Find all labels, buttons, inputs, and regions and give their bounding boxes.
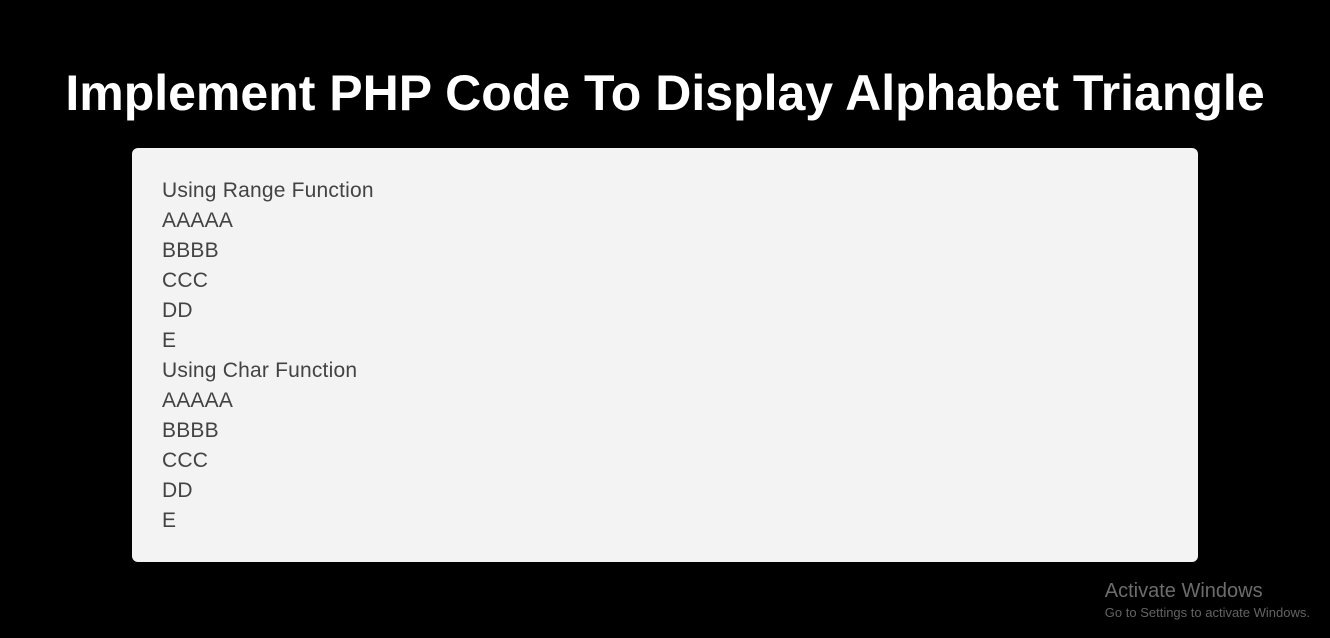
windows-activation-watermark: Activate Windows Go to Settings to activ…	[1105, 580, 1310, 620]
output-line: Using Char Function	[162, 356, 1168, 386]
output-line: DD	[162, 296, 1168, 326]
page-title: Implement PHP Code To Display Alphabet T…	[0, 0, 1330, 123]
output-line: Using Range Function	[162, 176, 1168, 206]
output-line: E	[162, 506, 1168, 536]
output-line: DD	[162, 476, 1168, 506]
output-line: BBBB	[162, 416, 1168, 446]
watermark-subtitle: Go to Settings to activate Windows.	[1105, 605, 1310, 620]
output-line: AAAAA	[162, 206, 1168, 236]
output-line: CCC	[162, 266, 1168, 296]
watermark-title: Activate Windows	[1105, 580, 1310, 603]
output-line: AAAAA	[162, 386, 1168, 416]
output-line: E	[162, 326, 1168, 356]
output-card: Using Range Function AAAAA BBBB CCC DD E…	[132, 148, 1198, 562]
output-line: CCC	[162, 446, 1168, 476]
output-line: BBBB	[162, 236, 1168, 266]
